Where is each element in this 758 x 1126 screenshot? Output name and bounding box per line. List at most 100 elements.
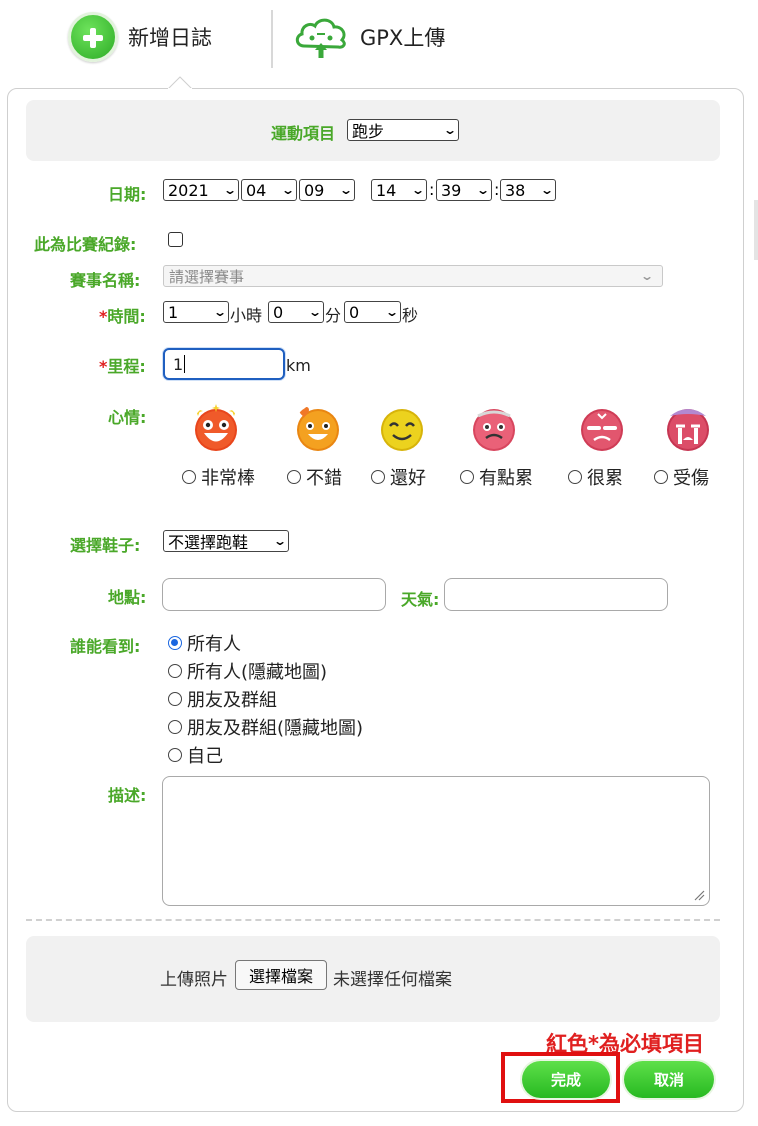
race-name-select[interactable]: 請選擇賽事 ⌄ [163, 265, 663, 287]
exhausted-face-icon [581, 409, 623, 451]
radio-button[interactable] [654, 470, 668, 484]
sport-select-value: 跑步 [352, 122, 385, 141]
race-record-checkbox[interactable] [168, 232, 183, 247]
time-second-select[interactable]: 38 ⌄ [500, 179, 556, 201]
radio-button[interactable] [168, 748, 182, 762]
tab-gpx-upload[interactable]: GPX上傳 [292, 14, 445, 60]
time-separator: : [494, 180, 500, 199]
time-minute-value: 39 [441, 180, 462, 200]
distance-input[interactable]: 1 [163, 348, 285, 380]
visibility-option-friends-groups-hide-map[interactable]: 朋友及群組(隱藏地圖) [168, 714, 363, 740]
mood-label-tired: 有點累 [479, 468, 533, 489]
visibility-option-label: 所有人(隱藏地圖) [187, 662, 328, 683]
chevron-down-icon: ⌄ [338, 183, 354, 197]
duration-label-text: 時間: [107, 307, 146, 326]
new-log-page: 新增日誌 GPX上傳 運動項目 跑步 ⌄ 日期: 2021 ⌄ 04 ⌄ 09 … [0, 0, 758, 1126]
chevron-down-icon: ⌄ [222, 183, 238, 197]
tab-bar: 新增日誌 GPX上傳 [0, 0, 758, 88]
radio-button[interactable] [168, 664, 182, 678]
visibility-option-self[interactable]: 自己 [168, 742, 223, 768]
choose-file-button[interactable]: 選擇檔案 [235, 960, 327, 990]
resize-grip-icon[interactable] [693, 889, 705, 901]
weather-input[interactable] [444, 578, 668, 611]
date-year-select[interactable]: 2021 ⌄ [163, 179, 239, 201]
time-hour-select[interactable]: 14 ⌄ [371, 179, 427, 201]
radio-button[interactable] [168, 720, 182, 734]
date-year-value: 2021 [168, 180, 209, 200]
mood-option-tired[interactable]: 有點累 [458, 398, 538, 490]
race-name-placeholder: 請選擇賽事 [169, 267, 245, 286]
shoes-select[interactable]: 不選擇跑鞋 ⌄ [163, 530, 289, 552]
chevron-down-icon: ⌄ [442, 123, 458, 137]
visibility-option-label: 朋友及群組(隱藏地圖) [187, 718, 364, 739]
mood-label-injured: 受傷 [673, 468, 709, 489]
mood-option-injured[interactable]: 受傷 [652, 398, 732, 490]
sport-label: 運動項目 [271, 124, 336, 143]
race-record-label: 此為比賽紀錄: [34, 235, 137, 254]
tab-new-log-label: 新增日誌 [128, 26, 212, 50]
sport-select[interactable]: 跑步 ⌄ [347, 119, 459, 141]
mood-option-exhausted[interactable]: 很累 [566, 398, 646, 490]
cloud-upload-icon [295, 18, 346, 58]
hours-unit: 小時 [230, 306, 263, 325]
mood-label-exhausted: 很累 [587, 468, 623, 489]
cancel-button[interactable]: 取消 [624, 1061, 714, 1098]
minutes-unit: 分 [325, 306, 342, 325]
visibility-option-everyone[interactable]: 所有人 [168, 630, 241, 656]
smile-face-icon [381, 404, 426, 451]
mood-radio-ok[interactable]: 還好 [371, 464, 426, 490]
mood-radio-tired[interactable]: 有點累 [460, 464, 533, 490]
location-input[interactable] [162, 578, 386, 611]
radio-button[interactable] [168, 692, 182, 706]
visibility-label: 誰能看到: [70, 637, 141, 656]
duration-hours-select[interactable]: 1 ⌄ [163, 301, 229, 323]
duration-seconds-select[interactable]: 0 ⌄ [344, 301, 401, 323]
description-textarea[interactable] [162, 776, 710, 906]
shoes-select-value: 不選擇跑鞋 [168, 533, 249, 552]
duration-minutes-select[interactable]: 0 ⌄ [268, 301, 324, 323]
mood-radio-great[interactable]: 非常棒 [182, 464, 255, 490]
date-day-value: 09 [304, 180, 325, 200]
duration-minutes-value: 0 [273, 302, 284, 322]
date-month-select[interactable]: 04 ⌄ [241, 179, 297, 201]
shoes-label: 選擇鞋子: [70, 536, 141, 555]
chevron-down-icon: ⌄ [410, 183, 426, 197]
plus-icon [68, 12, 118, 62]
mood-option-good[interactable]: 不錯 [282, 398, 362, 490]
time-minute-select[interactable]: 39 ⌄ [436, 179, 492, 201]
visibility-option-everyone-hide-map[interactable]: 所有人(隱藏地圖) [168, 658, 327, 684]
radio-button-selected[interactable] [168, 636, 182, 650]
mood-radio-good[interactable]: 不錯 [287, 464, 342, 490]
radio-button[interactable] [460, 470, 474, 484]
distance-label: *里程: [99, 353, 146, 377]
visibility-option-friends-groups[interactable]: 朋友及群組 [168, 686, 277, 712]
mood-option-great[interactable]: 非常棒 [180, 398, 260, 490]
mood-radio-exhausted[interactable]: 很累 [568, 464, 623, 490]
upload-photo-label: 上傳照片 [160, 970, 228, 990]
excited-face-icon [193, 404, 239, 451]
visibility-option-label: 朋友及群組 [187, 690, 277, 711]
mood-radio-injured[interactable]: 受傷 [654, 464, 709, 490]
done-button[interactable]: 完成 [522, 1061, 610, 1098]
chevron-down-icon: ⌄ [475, 183, 491, 197]
race-name-label: 賽事名稱: [70, 271, 141, 290]
radio-button[interactable] [371, 470, 385, 484]
chevron-down-icon: ⌄ [384, 305, 400, 319]
radio-button[interactable] [182, 470, 196, 484]
seconds-unit: 秒 [402, 306, 419, 325]
crying-face-icon [667, 409, 709, 451]
radio-button[interactable] [568, 470, 582, 484]
file-status-text: 未選擇任何檔案 [333, 970, 452, 990]
date-day-select[interactable]: 09 ⌄ [299, 179, 355, 201]
section-divider [26, 919, 720, 921]
location-label: 地點: [108, 588, 147, 607]
tab-divider [271, 10, 273, 68]
mood-option-ok[interactable]: 還好 [366, 398, 446, 490]
radio-button[interactable] [287, 470, 301, 484]
scrollbar[interactable] [754, 200, 758, 260]
tab-new-log[interactable]: 新增日誌 [68, 12, 212, 62]
chevron-down-icon: ⌄ [212, 305, 228, 319]
distance-label-text: 里程: [107, 357, 146, 376]
time-hour-value: 14 [376, 180, 397, 200]
mood-label-ok: 還好 [390, 468, 426, 489]
